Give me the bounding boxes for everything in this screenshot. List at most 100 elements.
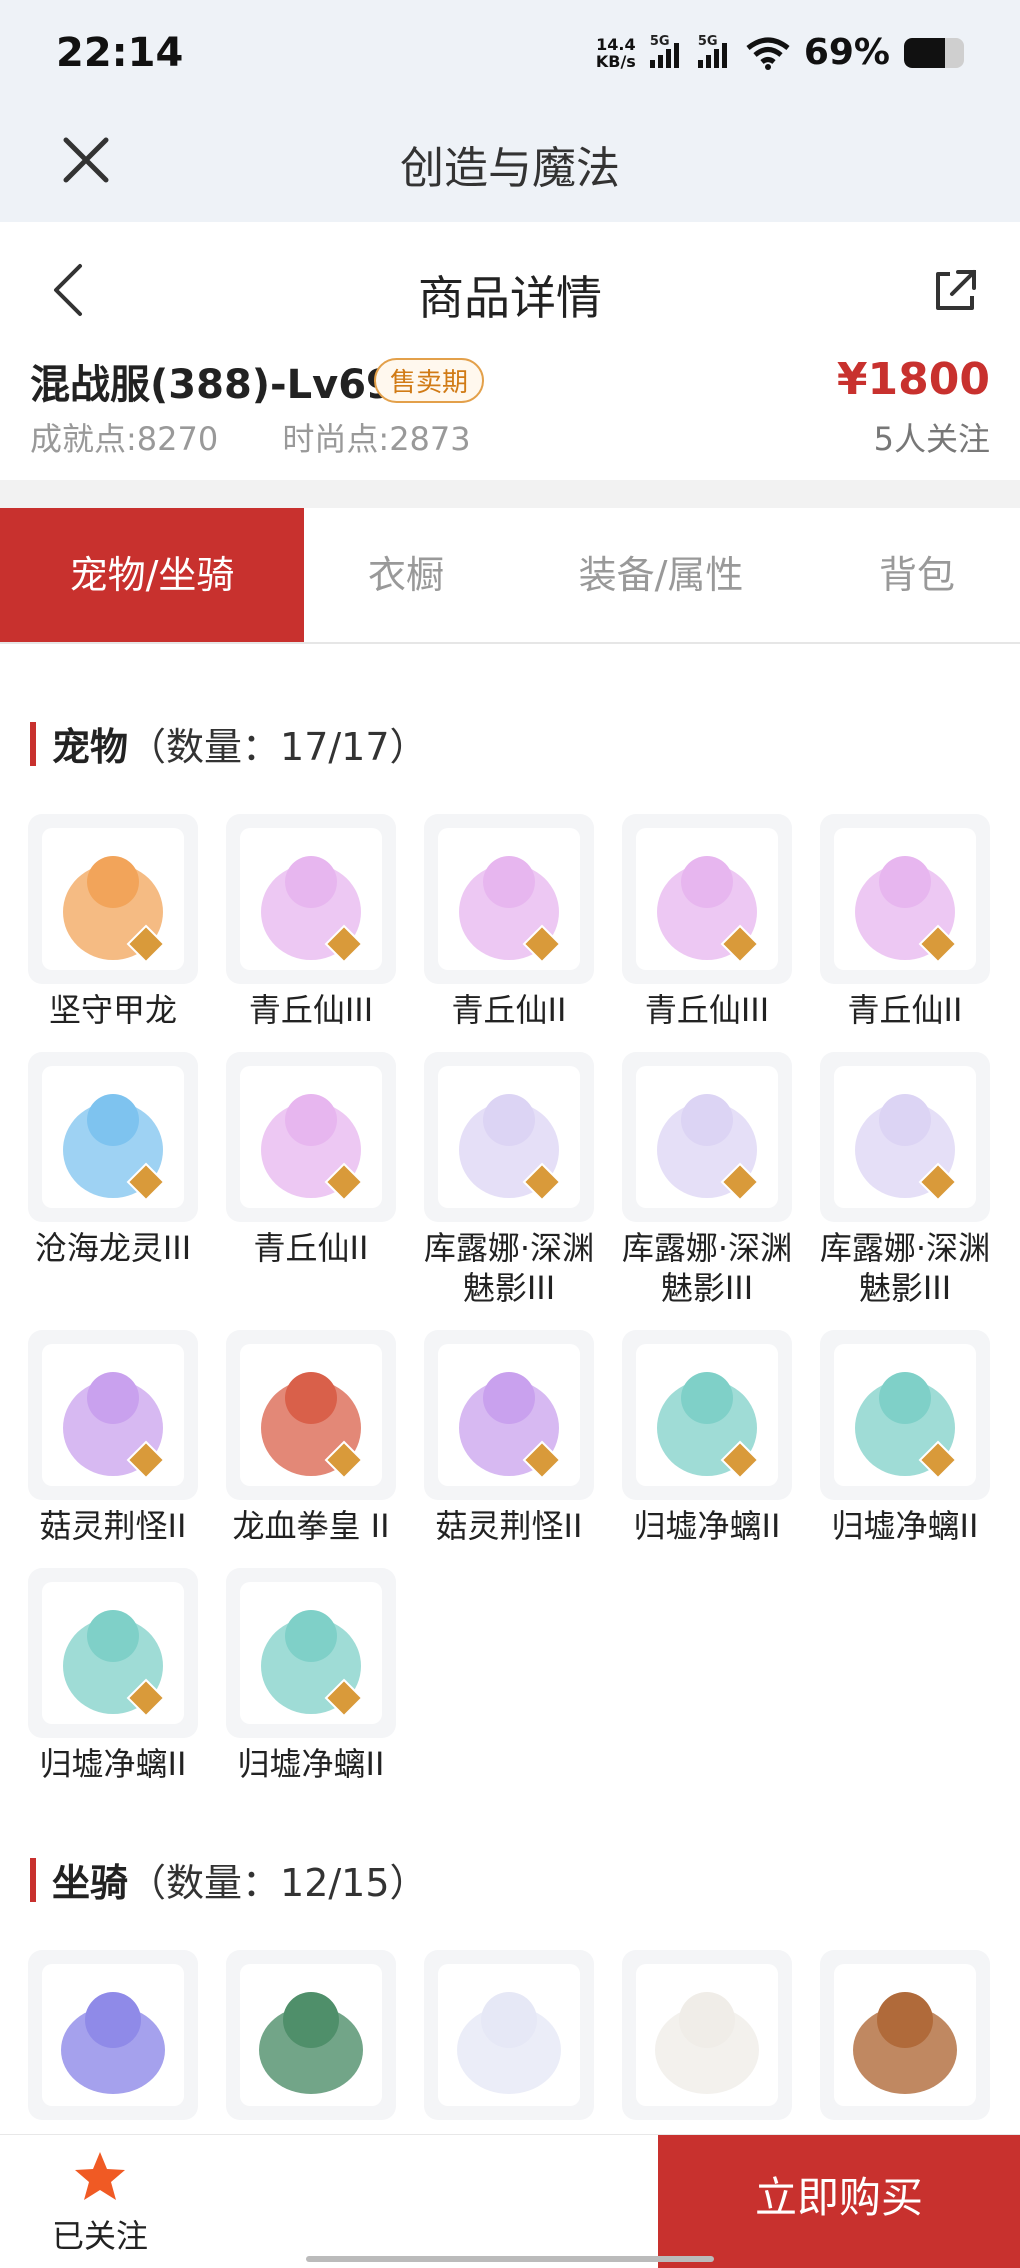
pet-thumbnail — [622, 1052, 792, 1222]
pet-card[interactable]: 青丘仙III — [622, 814, 792, 1030]
pet-thumbnail — [622, 814, 792, 984]
pet-portrait-icon — [42, 1344, 184, 1486]
pet-thumbnail — [820, 1330, 990, 1500]
mount-card[interactable] — [226, 1950, 396, 2120]
buy-now-button[interactable]: 立即购买 — [658, 2135, 1020, 2268]
pet-card[interactable]: 坚守甲龙 — [28, 814, 198, 1030]
section-marker — [30, 721, 36, 766]
signal-icon: 5G — [649, 34, 684, 68]
mount-portrait-icon — [240, 1964, 382, 2106]
mount-portrait-icon — [636, 1964, 778, 2106]
pet-portrait-icon — [636, 828, 778, 970]
pet-card[interactable]: 归墟净螭II — [820, 1330, 990, 1546]
status-badge: 售卖期 — [374, 358, 485, 403]
mounts-section-title: 坐骑 （数量：12/15） — [30, 1852, 428, 1907]
pet-thumbnail — [424, 1052, 594, 1222]
mount-card[interactable] — [28, 1950, 198, 2120]
mount-card[interactable] — [424, 1950, 594, 2120]
pet-card[interactable]: 青丘仙III — [226, 814, 396, 1030]
tab-backpack[interactable]: 背包 — [814, 508, 1020, 642]
mount-thumbnail — [424, 1950, 594, 2120]
pet-name: 归墟净螭II — [831, 1507, 979, 1545]
pet-card[interactable]: 青丘仙II — [424, 814, 594, 1030]
signal-icon-2: 5G — [697, 34, 732, 68]
tab-pets-mounts[interactable]: 宠物/坐骑 — [0, 508, 304, 642]
pet-name: 菇灵荆怪II — [39, 1507, 187, 1545]
follow-label: 已关注 — [51, 2217, 148, 2255]
pet-card[interactable]: 菇灵荆怪II — [424, 1330, 594, 1546]
nav-bar: 商品详情 — [0, 222, 1020, 352]
mount-thumbnail — [820, 1950, 990, 2120]
tab-bar: 宠物/坐骑 衣橱 装备/属性 背包 — [0, 508, 1020, 644]
pet-card[interactable]: 青丘仙II — [820, 814, 990, 1030]
pet-portrait-icon — [636, 1344, 778, 1486]
mount-thumbnail — [622, 1950, 792, 2120]
pet-name: 归墟净螭II — [237, 1745, 385, 1783]
pet-card[interactable]: 青丘仙II — [226, 1052, 396, 1268]
follow-button[interactable]: 已关注 — [0, 2135, 200, 2268]
pet-thumbnail — [820, 1052, 990, 1222]
pet-portrait-icon — [42, 1066, 184, 1208]
product-info: 混战服(388)-Lv69 售卖期 成就点:8270 时尚点:2873 ¥180… — [0, 352, 1020, 480]
mount-grid — [28, 1950, 992, 2134]
pet-card[interactable]: 龙血拳皇 II — [226, 1330, 396, 1546]
home-indicator — [306, 2256, 714, 2262]
tab-equipment[interactable]: 装备/属性 — [508, 508, 814, 642]
pet-thumbnail — [28, 1330, 198, 1500]
fashion-points: 时尚点:2873 — [282, 420, 471, 458]
pet-name: 青丘仙II — [451, 991, 567, 1029]
pet-name: 库露娜·深渊魅影III — [423, 1229, 595, 1307]
pet-thumbnail — [424, 814, 594, 984]
mount-portrait-icon — [438, 1964, 580, 2106]
pet-name: 沧海龙灵III — [34, 1229, 192, 1267]
share-icon[interactable] — [930, 266, 980, 316]
mount-card[interactable] — [622, 1950, 792, 2120]
pet-portrait-icon — [42, 1582, 184, 1724]
net-speed: 14.4 KB/s — [595, 34, 636, 71]
mount-portrait-icon — [42, 1964, 184, 2106]
pet-card[interactable]: 菇灵荆怪II — [28, 1330, 198, 1546]
pet-thumbnail — [820, 814, 990, 984]
mount-thumbnail — [28, 1950, 198, 2120]
pet-portrait-icon — [240, 1582, 382, 1724]
product-stats: 成就点:8270 时尚点:2873 — [30, 414, 525, 460]
pet-thumbnail — [28, 1052, 198, 1222]
pet-name: 归墟净螭II — [633, 1507, 781, 1545]
pet-card[interactable]: 库露娜·深渊魅影III — [622, 1052, 792, 1308]
mount-portrait-icon — [834, 1964, 976, 2106]
pet-name: 归墟净螭II — [39, 1745, 187, 1783]
pet-portrait-icon — [438, 1344, 580, 1486]
pet-card[interactable]: 沧海龙灵III — [28, 1052, 198, 1268]
pet-portrait-icon — [636, 1066, 778, 1208]
achievement-points: 成就点:8270 — [30, 420, 219, 458]
bottom-bar: 已关注 立即购买 — [0, 2134, 1020, 2268]
pet-portrait-icon — [240, 1066, 382, 1208]
pet-card[interactable]: 库露娜·深渊魅影III — [820, 1052, 990, 1308]
pet-name: 库露娜·深渊魅影III — [621, 1229, 793, 1307]
pet-portrait-icon — [438, 828, 580, 970]
pet-thumbnail — [28, 1568, 198, 1738]
pet-portrait-icon — [834, 1066, 976, 1208]
mount-card[interactable] — [820, 1950, 990, 2120]
pet-card[interactable]: 归墟净螭II — [28, 1568, 198, 1784]
pet-thumbnail — [28, 814, 198, 984]
pet-card[interactable]: 归墟净螭II — [226, 1568, 396, 1784]
page-title: 商品详情 — [418, 271, 602, 325]
pet-name: 库露娜·深渊魅影III — [819, 1229, 991, 1307]
wifi-icon — [746, 37, 790, 70]
pet-card[interactable]: 库露娜·深渊魅影III — [424, 1052, 594, 1308]
pet-portrait-icon — [240, 828, 382, 970]
status-time: 22:14 — [56, 30, 184, 76]
pet-portrait-icon — [42, 828, 184, 970]
pet-portrait-icon — [438, 1066, 580, 1208]
pet-card[interactable]: 归墟净螭II — [622, 1330, 792, 1546]
pet-grid: 坚守甲龙 青丘仙III 青丘仙II 青丘仙III 青丘仙II 沧海龙灵III 青丘仙II 库露… — [28, 814, 992, 1794]
pet-name: 青丘仙II — [847, 991, 963, 1029]
pets-section-title: 宠物 （数量：17/17） — [30, 716, 428, 771]
pet-portrait-icon — [834, 828, 976, 970]
section-marker — [30, 1857, 36, 1902]
app-title: 创造与魔法 — [400, 143, 620, 194]
pet-thumbnail — [424, 1330, 594, 1500]
tab-wardrobe[interactable]: 衣橱 — [304, 508, 508, 642]
status-bar: 22:14 14.4 KB/s 5G 5G 69% — [0, 0, 1020, 110]
